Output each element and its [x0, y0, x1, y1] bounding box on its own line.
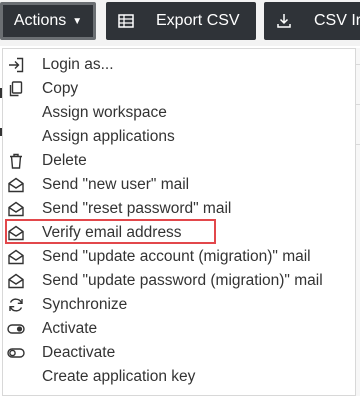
export-csv-label: Export CSV	[156, 12, 240, 29]
caret-down-icon: ▼	[72, 15, 83, 27]
menu-item-send-reset-password-mail[interactable]: Send "reset password" mail	[7, 197, 353, 221]
menu-item-synchronize[interactable]: Synchronize	[7, 293, 353, 317]
menu-item-label: Send "update account (migration)" mail	[42, 248, 311, 265]
envelope-icon	[7, 176, 25, 194]
menu-item-label: Copy	[42, 80, 79, 97]
menu-item-label: Send "new user" mail	[42, 176, 190, 193]
copy-icon	[7, 80, 25, 98]
menu-item-login-as[interactable]: Login as...	[7, 53, 353, 77]
menu-item-copy[interactable]: Copy	[7, 77, 353, 101]
actions-dropdown-button[interactable]: Actions ▼	[0, 2, 96, 40]
menu-item-assign-applications[interactable]: Assign applications	[7, 125, 353, 149]
menu-item-label: Delete	[42, 152, 87, 169]
menu-item-label: Assign applications	[42, 128, 175, 145]
menu-item-assign-workspace[interactable]: Assign workspace	[7, 101, 353, 125]
login-icon	[7, 56, 25, 74]
table-icon	[118, 13, 134, 29]
csv-import-button[interactable]: CSV Ir	[264, 2, 360, 40]
menu-item-delete[interactable]: Delete	[7, 149, 353, 173]
export-csv-button[interactable]: Export CSV	[106, 2, 256, 40]
menu-item-label: Assign workspace	[42, 104, 167, 121]
menu-item-verify-email-address[interactable]: Verify email address	[7, 221, 353, 245]
actions-label: Actions	[13, 12, 67, 29]
csv-import-label: CSV Ir	[314, 12, 360, 29]
menu-item-label: Activate	[42, 320, 98, 337]
menu-item-activate[interactable]: Activate	[7, 317, 353, 341]
menu-item-create-application-key[interactable]: Create application key	[7, 365, 353, 389]
envelope-icon	[7, 224, 25, 242]
download-icon	[276, 13, 292, 29]
menu-item-send-new-user-mail[interactable]: Send "new user" mail	[7, 173, 353, 197]
menu-item-deactivate[interactable]: Deactivate	[7, 341, 353, 365]
menu-item-label: Create application key	[42, 368, 196, 385]
sync-icon	[7, 296, 25, 314]
toolbar: Actions ▼ Export CSV CSV Ir	[0, 0, 360, 46]
menu-item-label: Verify email address	[42, 224, 182, 241]
actions-menu: Login as... Copy Assign workspace Assign…	[2, 48, 356, 396]
envelope-icon	[7, 248, 25, 266]
trash-icon	[7, 152, 25, 170]
envelope-icon	[7, 200, 25, 218]
menu-item-send-update-password-mail[interactable]: Send "update password (migration)" mail	[7, 269, 353, 293]
menu-item-label: Send "reset password" mail	[42, 200, 232, 217]
menu-item-label: Synchronize	[42, 296, 128, 313]
menu-item-label: Send "update password (migration)" mail	[42, 272, 323, 289]
envelope-icon	[7, 272, 25, 290]
menu-item-label: Login as...	[42, 56, 114, 73]
toggle-off-icon	[7, 344, 25, 362]
toggle-on-icon	[7, 320, 25, 338]
menu-item-send-update-account-mail[interactable]: Send "update account (migration)" mail	[7, 245, 353, 269]
menu-item-label: Deactivate	[42, 344, 116, 361]
